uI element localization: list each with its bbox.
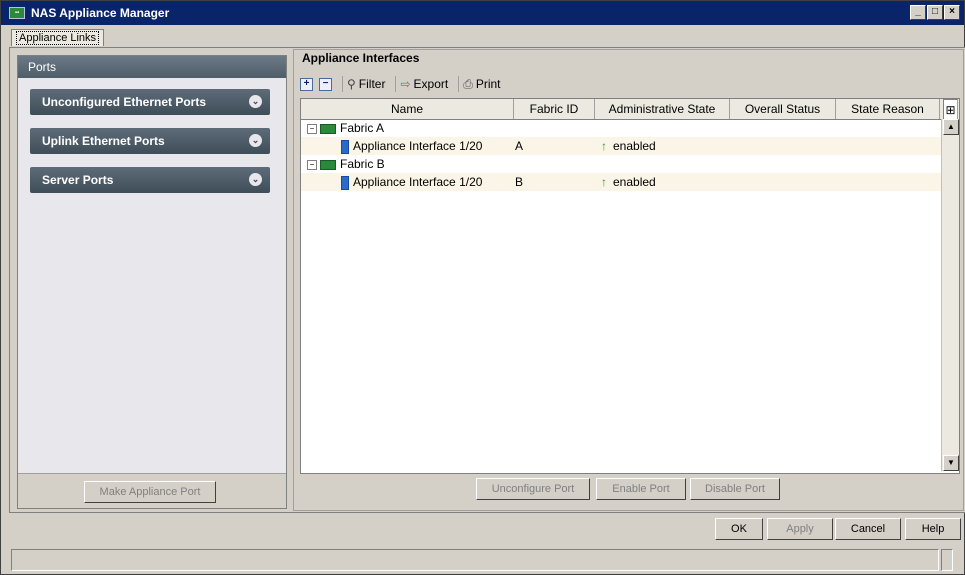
interface-icon <box>341 139 349 154</box>
group-unconfigured-ethernet-ports[interactable]: Unconfigured Ethernet Ports ⌄ <box>30 89 270 115</box>
filter-icon: ⚲ <box>347 77 356 91</box>
print-button[interactable]: ⎙ Print <box>463 77 500 92</box>
toolbar: + − ⚲ Filter ⇨ Export ⎙ Print <box>300 72 957 96</box>
chevron-down-icon: ⌄ <box>249 173 262 186</box>
title-bar[interactable]: ▪▪ NAS Appliance Manager _ □ × <box>1 1 964 25</box>
col-overall-status[interactable]: Overall Status <box>730 99 836 119</box>
cancel-button[interactable]: Cancel <box>835 518 901 540</box>
col-administrative-state[interactable]: Administrative State <box>595 99 730 119</box>
interfaces-table: Name Fabric ID Administrative State Over… <box>300 98 960 474</box>
ports-header: Ports <box>18 56 286 78</box>
expand-all-icon[interactable]: + <box>300 77 313 91</box>
print-icon: ⎙ <box>463 76 473 91</box>
col-name[interactable]: Name <box>301 99 514 119</box>
make-appliance-port-button[interactable]: Make Appliance Port <box>84 481 216 503</box>
fabric-icon <box>320 123 336 134</box>
main-window: ▪▪ NAS Appliance Manager _ □ × Appliance… <box>0 0 965 575</box>
table-row[interactable]: Appliance Interface 1/20 B ↑ enabled <box>301 173 941 191</box>
interface-icon <box>341 175 349 190</box>
apply-button[interactable]: Apply <box>767 518 833 540</box>
export-button[interactable]: ⇨ Export <box>400 77 448 91</box>
table-header: Name Fabric ID Administrative State Over… <box>301 99 959 121</box>
table-row[interactable]: Appliance Interface 1/20 A ↑ enabled <box>301 137 941 155</box>
scroll-up-icon[interactable]: ▲ <box>943 119 959 135</box>
collapse-toggle-icon[interactable]: − <box>307 123 317 134</box>
app-icon: ▪▪ <box>9 7 25 19</box>
column-chooser-icon[interactable]: ⊞ <box>943 99 958 121</box>
table-row[interactable]: − Fabric B <box>301 155 941 173</box>
disable-port-button[interactable]: Disable Port <box>690 478 780 500</box>
ok-button[interactable]: OK <box>715 518 763 540</box>
group-server-ports[interactable]: Server Ports ⌄ <box>30 167 270 193</box>
panel-title: Appliance Interfaces <box>302 51 420 65</box>
status-bar-resize <box>941 549 953 571</box>
table-row[interactable]: − Fabric A <box>301 119 941 137</box>
up-arrow-icon: ↑ <box>601 175 607 189</box>
collapse-all-icon[interactable]: − <box>319 77 332 91</box>
collapse-toggle-icon[interactable]: − <box>307 159 317 170</box>
chevron-down-icon: ⌄ <box>249 134 262 147</box>
window-title: NAS Appliance Manager <box>31 6 170 20</box>
group-uplink-ethernet-ports[interactable]: Uplink Ethernet Ports ⌄ <box>30 128 270 154</box>
status-bar <box>11 549 939 571</box>
fabric-icon <box>320 159 336 170</box>
maximize-button[interactable]: □ <box>927 5 943 20</box>
unconfigure-port-button[interactable]: Unconfigure Port <box>476 478 590 500</box>
ports-panel: Ports Unconfigured Ethernet Ports ⌄ Upli… <box>17 55 287 509</box>
minimize-button[interactable]: _ <box>910 5 926 20</box>
vertical-scrollbar[interactable]: ▲ ▼ <box>941 119 959 471</box>
help-button[interactable]: Help <box>905 518 961 540</box>
col-fabric-id[interactable]: Fabric ID <box>514 99 595 119</box>
tab-appliance-links[interactable]: Appliance Links <box>11 29 105 46</box>
export-icon: ⇨ <box>400 77 411 91</box>
col-state-reason[interactable]: State Reason <box>836 99 940 119</box>
close-button[interactable]: × <box>944 5 960 20</box>
up-arrow-icon: ↑ <box>601 139 607 153</box>
filter-button[interactable]: ⚲ Filter <box>347 77 385 91</box>
enable-port-button[interactable]: Enable Port <box>596 478 686 500</box>
appliance-interfaces-panel: Appliance Interfaces + − ⚲ Filter ⇨ Expo… <box>293 49 964 511</box>
scroll-down-icon[interactable]: ▼ <box>943 455 959 471</box>
chevron-down-icon: ⌄ <box>249 95 262 108</box>
